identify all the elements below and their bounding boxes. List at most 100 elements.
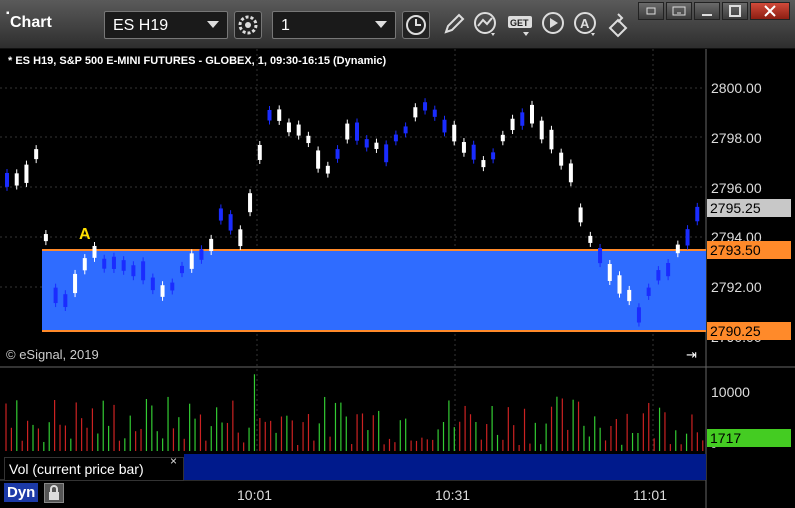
dynamic-button[interactable]: Dyn [4,483,39,502]
price-bar [277,109,282,121]
price-bar [510,118,515,131]
restore-icon [646,7,656,15]
study-label[interactable]: Vol (current price bar) [4,457,184,481]
price-bar [423,102,428,111]
price-bar [491,152,496,160]
clock-icon [406,15,426,35]
price-axis-label: 2796.00 [711,180,762,196]
maximize-icon [729,5,741,17]
time-axis-label: 11:01 [633,487,667,503]
chart-header: * ES H19, S&P 500 E-MINI FUTURES - GLOBE… [8,55,387,67]
price-bar [530,104,534,124]
interval-value: 1 [281,17,290,34]
price-bar [452,124,457,142]
price-axis-label: 2798.00 [711,130,762,146]
price-bar [520,112,525,126]
annotation-label[interactable]: A [79,226,91,244]
link-icon[interactable] [604,10,632,38]
price-bar [286,122,291,133]
gear-icon [238,15,258,35]
price-bar [325,165,330,174]
time-button[interactable] [402,11,430,39]
price-bar [413,107,418,118]
price-bar [14,173,19,186]
price-bar [656,270,661,281]
price-bar [539,120,544,140]
price-bar [442,119,447,133]
price-axis-label: 2800.00 [711,80,762,96]
price-bar [685,229,690,246]
chart-pane[interactable] [0,49,795,508]
get-data-icon[interactable]: GET [506,10,534,38]
price-bar [111,256,116,269]
price-bar [403,126,408,134]
window-title: Chart [10,14,52,31]
chevron-down-icon[interactable] [207,21,219,28]
title-bar: ▪ Chart ES H19 1 GET A [0,0,795,49]
price-bar [598,247,603,264]
study-icon[interactable] [472,10,500,38]
chevron-down-icon[interactable] [375,21,387,28]
svg-text:GET: GET [510,18,529,28]
price-bar [617,275,622,294]
maximize-button[interactable] [722,2,748,20]
symbol-value: ES H19 [113,17,169,34]
time-axis-label: 10:31 [435,487,471,503]
price-bar [607,264,612,281]
price-bar [695,206,700,222]
minimize-button[interactable] [694,2,720,20]
price-bar [559,152,564,166]
price-bar [5,172,9,187]
price-bar [578,207,583,223]
lower-level-tag[interactable]: 2790.25 [707,322,791,340]
pencil-icon[interactable] [440,10,468,38]
price-bar [355,122,359,141]
price-bar [364,139,369,148]
price-bar [432,109,437,117]
volume-axis-label: 10000 [711,384,750,400]
padlock-icon [49,485,59,500]
time-axis-label: 10:01 [237,487,273,503]
price-bar [102,258,107,269]
price-bar [82,258,87,271]
price-bar [675,244,680,254]
alert-icon[interactable]: A [572,10,600,38]
tile-button[interactable] [666,2,692,20]
price-bar [199,249,204,260]
price-bar [53,287,58,304]
price-bar [316,150,321,169]
play-icon[interactable] [540,10,568,38]
close-icon [764,5,776,17]
upper-level-tag[interactable]: 2793.50 [707,241,791,259]
price-bar [636,307,641,323]
close-study-icon[interactable]: × [170,454,177,468]
price-bar [180,265,184,274]
price-bar [267,109,272,121]
price-bar [34,149,39,160]
restore-button[interactable] [638,2,664,20]
scroll-to-end-icon[interactable]: ⇥ [686,347,697,363]
price-bar [627,289,632,302]
last-price-tag: 2795.25 [707,199,791,217]
price-bar [345,123,350,140]
price-axis-label: 2792.00 [711,279,762,295]
price-bar [248,193,253,213]
price-bar [500,134,505,142]
close-button[interactable] [750,2,790,20]
lock-icon[interactable] [44,483,64,503]
interval-combo[interactable]: 1 [272,11,396,39]
symbol-combo[interactable]: ES H19 [104,11,228,39]
price-bar [150,277,155,291]
price-bar [335,149,340,159]
price-bar [471,144,476,160]
price-bar [228,214,233,231]
study-bar [184,454,706,480]
price-bar [461,142,466,153]
price-bar [666,262,671,277]
price-bar [131,265,136,277]
price-bar [257,144,262,160]
price-bar [374,142,379,149]
chart-canvas[interactable] [0,49,795,508]
price-bar [170,282,175,291]
settings-button[interactable] [234,11,262,39]
